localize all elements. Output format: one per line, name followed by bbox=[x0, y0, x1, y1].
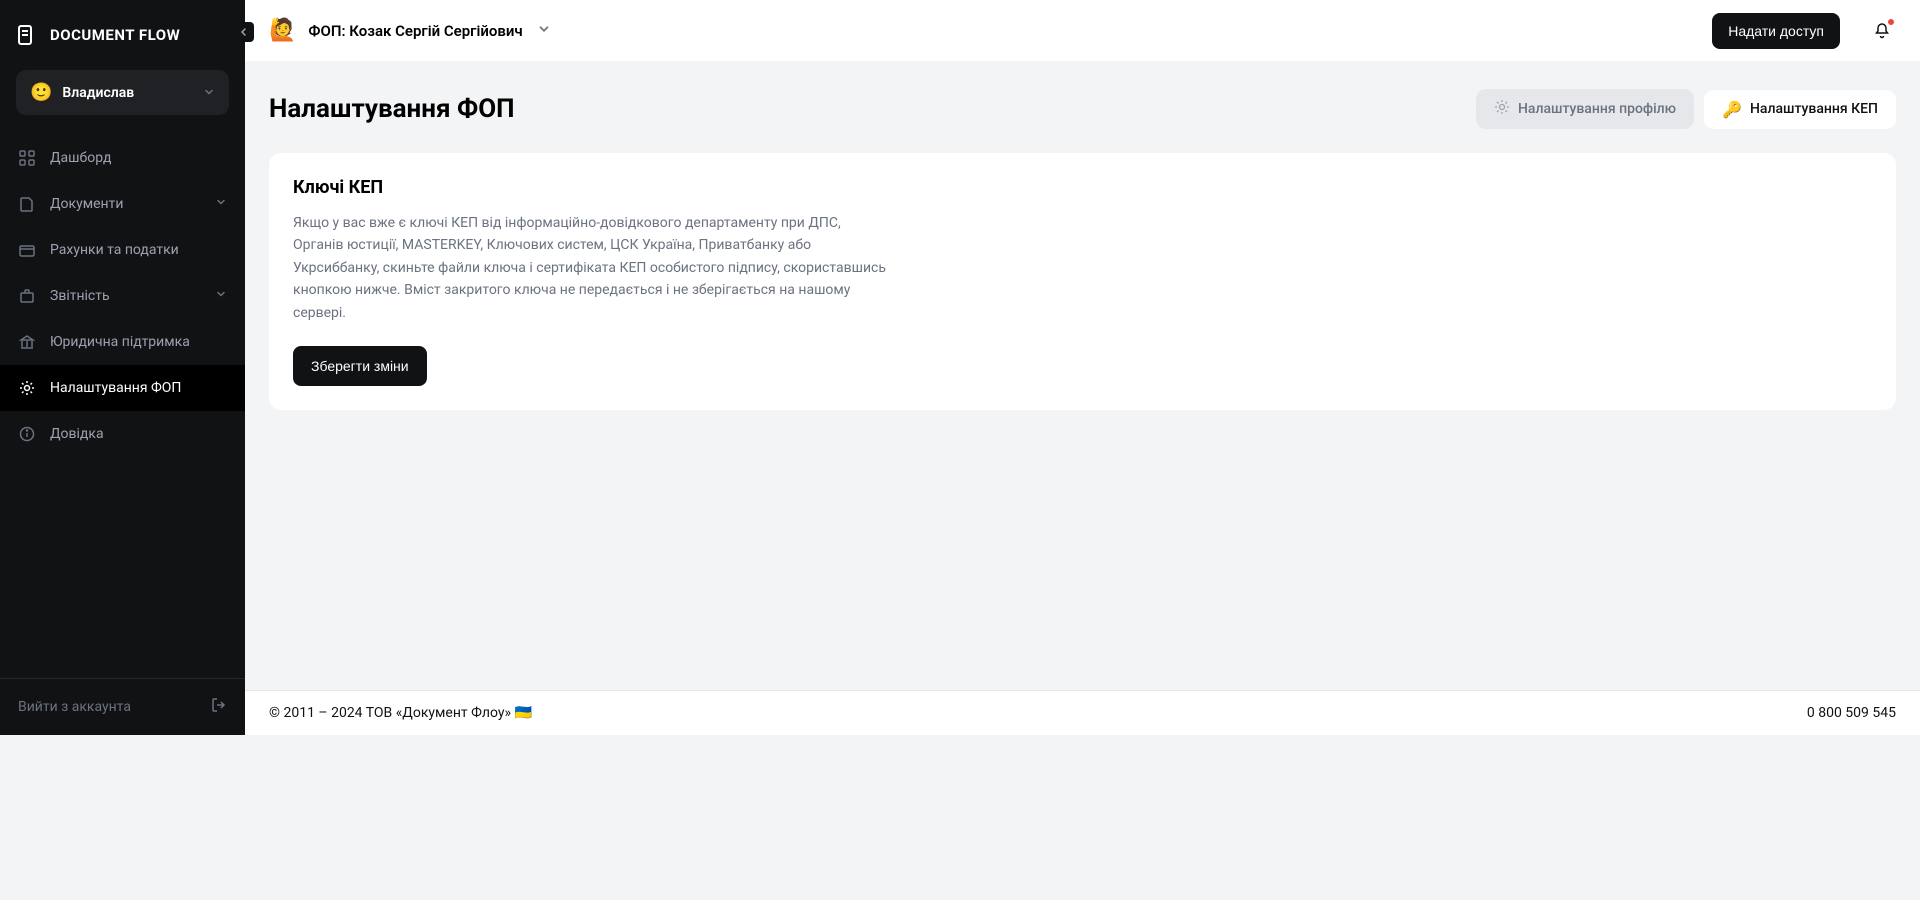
nav-help[interactable]: Довідка bbox=[0, 411, 245, 457]
grant-access-button[interactable]: Надати доступ bbox=[1712, 13, 1840, 49]
kep-keys-card: Ключі КЕП Якщо у вас вже є ключі КЕП від… bbox=[269, 153, 1896, 410]
bank-icon bbox=[18, 333, 36, 351]
user-name: Владислав bbox=[62, 85, 193, 101]
notifications-button[interactable] bbox=[1868, 17, 1896, 45]
nav-label: Документи bbox=[50, 196, 201, 212]
nav-dashboard[interactable]: Дашборд bbox=[0, 135, 245, 181]
tab-label: Налаштування КЕП bbox=[1750, 101, 1878, 117]
nav-accounts-taxes[interactable]: Рахунки та податки bbox=[0, 227, 245, 273]
nav-label: Налаштування ФОП bbox=[50, 380, 227, 396]
key-icon: 🔑 bbox=[1722, 100, 1742, 119]
copyright: © 2011 – 2024 ТОВ «Документ Флоу» 🇺🇦 bbox=[269, 705, 532, 721]
card-title: Ключі КЕП bbox=[293, 177, 1872, 198]
nav-label: Рахунки та податки bbox=[50, 242, 227, 258]
logo-text: DOCUMENT FLOW bbox=[50, 26, 180, 44]
main: 🙋 ФОП: Козак Сергій Сергійович Надати до… bbox=[245, 0, 1920, 735]
briefcase-icon bbox=[18, 287, 36, 305]
card-icon bbox=[18, 241, 36, 259]
chevron-down-icon bbox=[203, 83, 215, 102]
support-phone: 0 800 509 545 bbox=[1807, 705, 1896, 721]
chevron-left-icon bbox=[239, 27, 249, 37]
page-title: Налаштування ФОП bbox=[269, 94, 1466, 124]
fop-name: ФОП: Козак Сергій Сергійович bbox=[308, 22, 522, 40]
document-icon bbox=[18, 195, 36, 213]
info-icon bbox=[18, 425, 36, 443]
grid-icon bbox=[18, 149, 36, 167]
tab-label: Налаштування профілю bbox=[1518, 101, 1676, 117]
topbar: 🙋 ФОП: Козак Сергій Сергійович Надати до… bbox=[245, 0, 1920, 61]
user-switcher[interactable]: 🙂 Владислав bbox=[16, 70, 229, 115]
nav: Дашборд Документи Рахунки та податки Зві… bbox=[0, 135, 245, 678]
user-avatar-emoji: 🙂 bbox=[30, 82, 52, 103]
gear-icon bbox=[1494, 99, 1510, 119]
tab-kep-settings[interactable]: 🔑 Налаштування КЕП bbox=[1704, 90, 1896, 129]
chevron-down-icon bbox=[215, 196, 227, 212]
logout-label: Вийти з аккаунта bbox=[18, 699, 131, 715]
sidebar: DOCUMENT FLOW 🙂 Владислав Дашборд Докуме… bbox=[0, 0, 245, 735]
fop-dropdown-button[interactable] bbox=[537, 21, 551, 40]
content-header: Налаштування ФОП Налаштування профілю 🔑 … bbox=[269, 89, 1896, 129]
logo[interactable]: DOCUMENT FLOW bbox=[0, 0, 245, 70]
nav-documents[interactable]: Документи bbox=[0, 181, 245, 227]
logout-icon bbox=[211, 697, 227, 717]
notification-dot bbox=[1888, 19, 1894, 25]
nav-label: Юридична підтримка bbox=[50, 334, 227, 350]
chevron-down-icon bbox=[215, 288, 227, 304]
tab-profile-settings[interactable]: Налаштування профілю bbox=[1476, 89, 1694, 129]
collapse-sidebar-button[interactable] bbox=[234, 22, 254, 42]
save-button[interactable]: Зберегти зміни bbox=[293, 346, 427, 386]
nav-label: Довідка bbox=[50, 426, 227, 442]
logo-icon bbox=[16, 24, 38, 46]
content: Налаштування ФОП Налаштування профілю 🔑 … bbox=[245, 61, 1920, 690]
nav-settings-fop[interactable]: Налаштування ФОП bbox=[0, 365, 245, 411]
gear-icon bbox=[18, 379, 36, 397]
nav-reports[interactable]: Звітність bbox=[0, 273, 245, 319]
logout-button[interactable]: Вийти з аккаунта bbox=[0, 678, 245, 735]
card-description: Якщо у вас вже є ключі КЕП від інформаці… bbox=[293, 212, 893, 324]
nav-label: Звітність bbox=[50, 288, 201, 304]
nav-legal-support[interactable]: Юридична підтримка bbox=[0, 319, 245, 365]
nav-label: Дашборд bbox=[50, 150, 227, 166]
fop-avatar-emoji: 🙋 bbox=[269, 18, 296, 43]
footer: © 2011 – 2024 ТОВ «Документ Флоу» 🇺🇦 0 8… bbox=[245, 690, 1920, 735]
